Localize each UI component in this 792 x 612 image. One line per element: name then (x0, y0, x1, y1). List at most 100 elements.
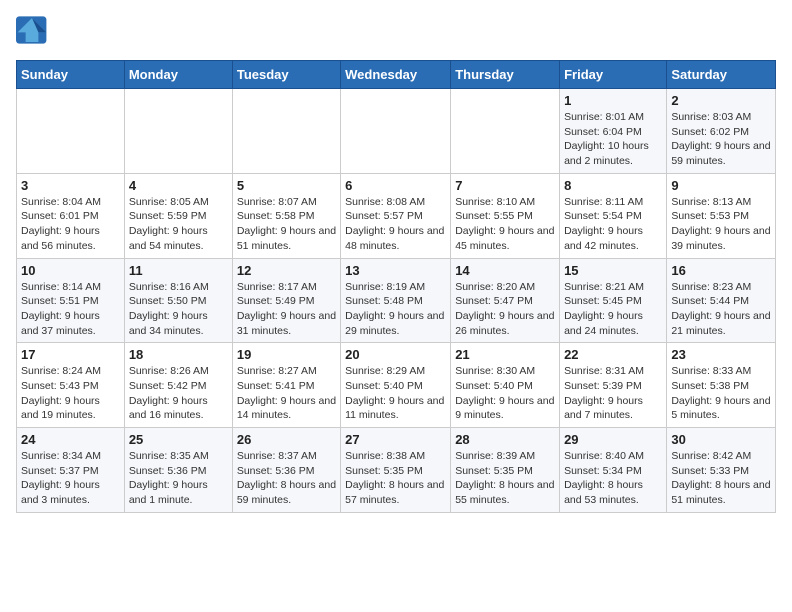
calendar-cell (124, 89, 232, 174)
day-info: Sunrise: 8:39 AM Sunset: 5:35 PM Dayligh… (455, 449, 555, 508)
day-number: 11 (129, 263, 228, 278)
calendar-cell: 30 Sunrise: 8:42 AM Sunset: 5:33 PM Dayli… (667, 428, 776, 513)
day-number: 9 (671, 178, 771, 193)
day-info: Sunrise: 8:33 AM Sunset: 5:38 PM Dayligh… (671, 364, 771, 423)
day-info: Sunrise: 8:31 AM Sunset: 5:39 PM Dayligh… (564, 364, 662, 423)
day-info: Sunrise: 8:05 AM Sunset: 5:59 PM Dayligh… (129, 195, 228, 254)
calendar-cell: 15 Sunrise: 8:21 AM Sunset: 5:45 PM Dayli… (560, 258, 667, 343)
calendar-cell: 10 Sunrise: 8:14 AM Sunset: 5:51 PM Dayli… (17, 258, 125, 343)
day-info: Sunrise: 8:08 AM Sunset: 5:57 PM Dayligh… (345, 195, 446, 254)
calendar-cell: 1 Sunrise: 8:01 AM Sunset: 6:04 PM Daylig… (560, 89, 667, 174)
calendar-cell: 27 Sunrise: 8:38 AM Sunset: 5:35 PM Dayli… (341, 428, 451, 513)
day-number: 6 (345, 178, 446, 193)
day-number: 24 (21, 432, 120, 447)
calendar-cell: 9 Sunrise: 8:13 AM Sunset: 5:53 PM Daylig… (667, 173, 776, 258)
day-number: 14 (455, 263, 555, 278)
day-info: Sunrise: 8:38 AM Sunset: 5:35 PM Dayligh… (345, 449, 446, 508)
calendar-cell: 14 Sunrise: 8:20 AM Sunset: 5:47 PM Dayli… (451, 258, 560, 343)
day-info: Sunrise: 8:26 AM Sunset: 5:42 PM Dayligh… (129, 364, 228, 423)
logo (16, 16, 52, 44)
weekday-header-thursday: Thursday (451, 61, 560, 89)
day-number: 12 (237, 263, 336, 278)
day-info: Sunrise: 8:27 AM Sunset: 5:41 PM Dayligh… (237, 364, 336, 423)
day-info: Sunrise: 8:42 AM Sunset: 5:33 PM Dayligh… (671, 449, 771, 508)
day-info: Sunrise: 8:37 AM Sunset: 5:36 PM Dayligh… (237, 449, 336, 508)
weekday-header-monday: Monday (124, 61, 232, 89)
calendar-cell: 19 Sunrise: 8:27 AM Sunset: 5:41 PM Dayli… (232, 343, 340, 428)
calendar-cell: 24 Sunrise: 8:34 AM Sunset: 5:37 PM Dayli… (17, 428, 125, 513)
calendar-cell: 2 Sunrise: 8:03 AM Sunset: 6:02 PM Daylig… (667, 89, 776, 174)
day-number: 8 (564, 178, 662, 193)
day-info: Sunrise: 8:34 AM Sunset: 5:37 PM Dayligh… (21, 449, 120, 508)
day-info: Sunrise: 8:21 AM Sunset: 5:45 PM Dayligh… (564, 280, 662, 339)
weekday-header-friday: Friday (560, 61, 667, 89)
calendar-cell: 5 Sunrise: 8:07 AM Sunset: 5:58 PM Daylig… (232, 173, 340, 258)
weekday-header-tuesday: Tuesday (232, 61, 340, 89)
calendar-cell: 18 Sunrise: 8:26 AM Sunset: 5:42 PM Dayli… (124, 343, 232, 428)
day-number: 25 (129, 432, 228, 447)
day-info: Sunrise: 8:01 AM Sunset: 6:04 PM Dayligh… (564, 110, 662, 169)
calendar-cell: 28 Sunrise: 8:39 AM Sunset: 5:35 PM Dayli… (451, 428, 560, 513)
day-number: 7 (455, 178, 555, 193)
calendar-cell: 13 Sunrise: 8:19 AM Sunset: 5:48 PM Dayli… (341, 258, 451, 343)
day-info: Sunrise: 8:10 AM Sunset: 5:55 PM Dayligh… (455, 195, 555, 254)
day-number: 5 (237, 178, 336, 193)
day-number: 22 (564, 347, 662, 362)
day-info: Sunrise: 8:07 AM Sunset: 5:58 PM Dayligh… (237, 195, 336, 254)
calendar-table: SundayMondayTuesdayWednesdayThursdayFrid… (16, 60, 776, 513)
day-number: 26 (237, 432, 336, 447)
day-info: Sunrise: 8:03 AM Sunset: 6:02 PM Dayligh… (671, 110, 771, 169)
calendar-cell: 16 Sunrise: 8:23 AM Sunset: 5:44 PM Dayli… (667, 258, 776, 343)
day-number: 10 (21, 263, 120, 278)
day-info: Sunrise: 8:14 AM Sunset: 5:51 PM Dayligh… (21, 280, 120, 339)
day-number: 23 (671, 347, 771, 362)
weekday-header-saturday: Saturday (667, 61, 776, 89)
calendar-cell: 23 Sunrise: 8:33 AM Sunset: 5:38 PM Dayli… (667, 343, 776, 428)
day-number: 21 (455, 347, 555, 362)
calendar-cell: 4 Sunrise: 8:05 AM Sunset: 5:59 PM Daylig… (124, 173, 232, 258)
day-info: Sunrise: 8:23 AM Sunset: 5:44 PM Dayligh… (671, 280, 771, 339)
day-info: Sunrise: 8:30 AM Sunset: 5:40 PM Dayligh… (455, 364, 555, 423)
day-number: 28 (455, 432, 555, 447)
day-number: 2 (671, 93, 771, 108)
calendar-cell (341, 89, 451, 174)
calendar-cell: 21 Sunrise: 8:30 AM Sunset: 5:40 PM Dayli… (451, 343, 560, 428)
day-number: 16 (671, 263, 771, 278)
day-info: Sunrise: 8:24 AM Sunset: 5:43 PM Dayligh… (21, 364, 120, 423)
calendar-cell: 20Sunrise: 8:29 AM Sunset: 5:40 PM Dayli… (341, 343, 451, 428)
calendar-cell: 6 Sunrise: 8:08 AM Sunset: 5:57 PM Daylig… (341, 173, 451, 258)
day-number: 18 (129, 347, 228, 362)
weekday-header-wednesday: Wednesday (341, 61, 451, 89)
day-number: 3 (21, 178, 120, 193)
calendar-cell (232, 89, 340, 174)
calendar-cell: 12 Sunrise: 8:17 AM Sunset: 5:49 PM Dayli… (232, 258, 340, 343)
day-number: 17 (21, 347, 120, 362)
calendar-cell: 17 Sunrise: 8:24 AM Sunset: 5:43 PM Dayli… (17, 343, 125, 428)
day-number: 30 (671, 432, 771, 447)
day-info: Sunrise: 8:35 AM Sunset: 5:36 PM Dayligh… (129, 449, 228, 508)
calendar-cell: 25 Sunrise: 8:35 AM Sunset: 5:36 PM Dayli… (124, 428, 232, 513)
day-number: 27 (345, 432, 446, 447)
day-info: Sunrise: 8:20 AM Sunset: 5:47 PM Dayligh… (455, 280, 555, 339)
day-info: Sunrise: 8:19 AM Sunset: 5:48 PM Dayligh… (345, 280, 446, 339)
day-info: Sunrise: 8:17 AM Sunset: 5:49 PM Dayligh… (237, 280, 336, 339)
day-number: 13 (345, 263, 446, 278)
calendar-cell: 7 Sunrise: 8:10 AM Sunset: 5:55 PM Daylig… (451, 173, 560, 258)
calendar-cell: 22 Sunrise: 8:31 AM Sunset: 5:39 PM Dayli… (560, 343, 667, 428)
day-info: Sunrise: 8:04 AM Sunset: 6:01 PM Dayligh… (21, 195, 120, 254)
calendar-cell: 29Sunrise: 8:40 AM Sunset: 5:34 PM Dayli… (560, 428, 667, 513)
day-info: Sunrise: 8:13 AM Sunset: 5:53 PM Dayligh… (671, 195, 771, 254)
calendar-cell: 3 Sunrise: 8:04 AM Sunset: 6:01 PM Daylig… (17, 173, 125, 258)
weekday-header-sunday: Sunday (17, 61, 125, 89)
calendar-cell (17, 89, 125, 174)
calendar-cell (451, 89, 560, 174)
day-info: Sunrise: 8:40 AM Sunset: 5:34 PM Dayligh… (564, 449, 662, 508)
day-number: 4 (129, 178, 228, 193)
day-number: 19 (237, 347, 336, 362)
day-number: 20 (345, 347, 446, 362)
day-info: Sunrise: 8:11 AM Sunset: 5:54 PM Dayligh… (564, 195, 662, 254)
calendar-cell: 11Sunrise: 8:16 AM Sunset: 5:50 PM Dayli… (124, 258, 232, 343)
calendar-cell: 8 Sunrise: 8:11 AM Sunset: 5:54 PM Daylig… (560, 173, 667, 258)
day-number: 1 (564, 93, 662, 108)
day-number: 15 (564, 263, 662, 278)
